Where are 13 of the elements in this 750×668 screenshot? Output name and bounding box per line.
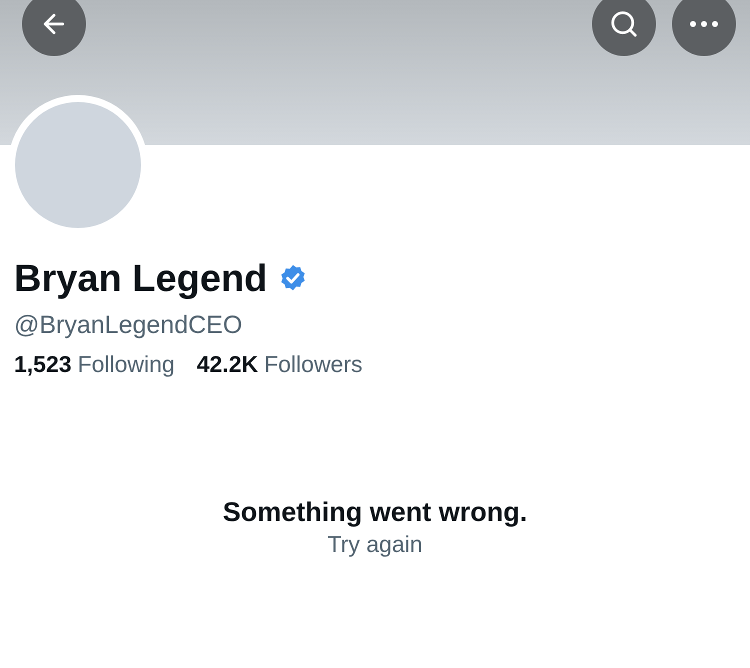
- try-again-link[interactable]: Try again: [327, 529, 423, 559]
- more-button[interactable]: [672, 0, 736, 56]
- stat-count[interactable]: 1,523: [14, 349, 72, 379]
- search-button[interactable]: [592, 0, 656, 56]
- stat-label[interactable]: Following: [78, 349, 175, 379]
- search-icon: [609, 9, 639, 39]
- stat-label[interactable]: Followers: [264, 349, 363, 379]
- profile-name: Bryan Legend: [14, 257, 268, 302]
- profile-handle: @BryanLegendCEO: [14, 310, 244, 341]
- back-button[interactable]: [22, 0, 86, 56]
- error-message: Something went wrong.: [222, 496, 528, 529]
- more-icon: [690, 21, 718, 27]
- stat-count[interactable]: 42.2K: [196, 349, 258, 379]
